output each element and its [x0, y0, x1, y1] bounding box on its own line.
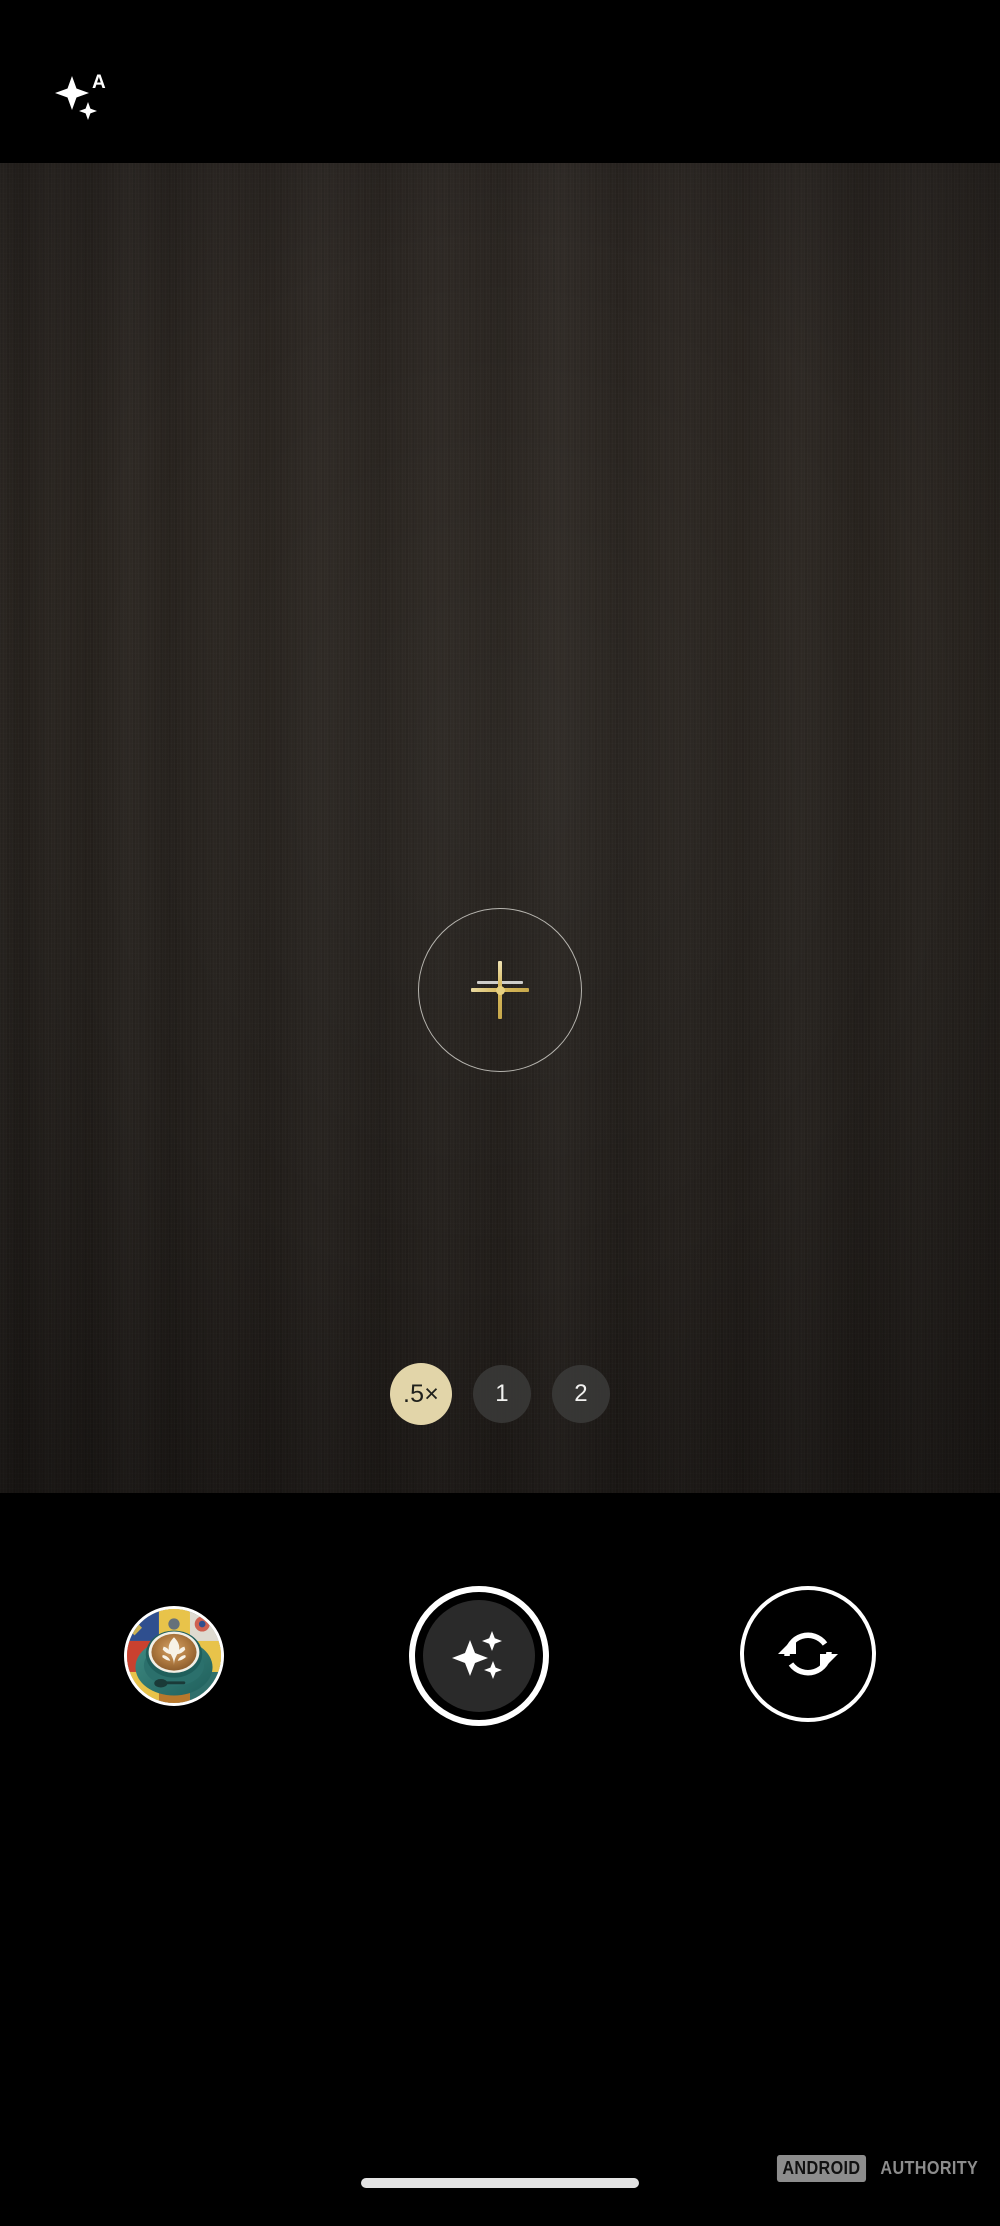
latte-art-coffee-photo	[127, 1609, 221, 1703]
camera-controls-panel: ortrait Photo Night Sight Panorama	[0, 1493, 1000, 2226]
home-gesture-bar[interactable]	[361, 2178, 639, 2188]
camera-viewfinder[interactable]: .5× 1 2	[0, 163, 1000, 1493]
watermark-brand-plain: AUTHORITY	[880, 2158, 979, 2178]
focus-center-dot	[495, 985, 505, 995]
zoom-button-1x[interactable]: 1	[473, 1365, 531, 1423]
gallery-thumbnail-button[interactable]	[124, 1606, 224, 1706]
sparkle-auto-icon[interactable]: A	[52, 68, 124, 128]
auto-flash-letter: A	[92, 72, 106, 93]
zoom-level-selector: .5× 1 2	[0, 1363, 1000, 1425]
zoom-button-2x[interactable]: 2	[552, 1365, 610, 1423]
camera-app-screen: A .5× 1 2 ANDROID AUTHORITY	[0, 0, 1000, 2226]
shutter-button[interactable]	[409, 1586, 549, 1726]
shutter-inner-circle	[423, 1600, 535, 1712]
capture-controls-row	[0, 1586, 1000, 1771]
focus-crosshair[interactable]	[418, 908, 582, 1072]
flip-camera-icon	[778, 1632, 838, 1676]
zoom-button-0-5x[interactable]: .5×	[390, 1363, 452, 1425]
watermark: ANDROID AUTHORITY	[772, 2155, 984, 2182]
watermark-brand-boxed: ANDROID	[776, 2155, 866, 2182]
flip-camera-button[interactable]	[740, 1586, 876, 1722]
status-bar: A	[0, 0, 1000, 163]
viewfinder-vignette	[0, 163, 1000, 1493]
sparkles-icon	[452, 1631, 502, 1679]
